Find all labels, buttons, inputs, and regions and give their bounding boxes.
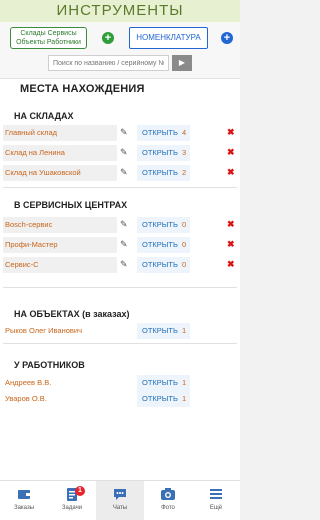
section-title-warehouses: НА СКЛАДАХ bbox=[14, 111, 74, 121]
toolbar: Склады Сервисы Объекты Работники + НОМЕН… bbox=[0, 22, 240, 78]
delete-icon[interactable]: ✖ bbox=[227, 259, 235, 270]
list-item: Bosch-сервис ✎ ОТКРЫТЬ 0 ✖ bbox=[0, 217, 240, 233]
nomenclature-button[interactable]: НОМЕНКЛАТУРА bbox=[129, 27, 208, 49]
tab-orders[interactable]: Заказы bbox=[0, 481, 48, 520]
location-name: Bosch-сервис bbox=[5, 220, 53, 229]
item-count: 4 bbox=[182, 128, 187, 137]
warehouses-services-label-line1: Склады Сервисы bbox=[20, 30, 77, 37]
list-item: Профи-Мастер ✎ ОТКРЫТЬ 0 ✖ bbox=[0, 237, 240, 253]
delete-icon[interactable]: ✖ bbox=[227, 219, 235, 230]
search-input[interactable] bbox=[48, 55, 169, 71]
open-link[interactable]: ОТКРЫТЬ bbox=[142, 378, 178, 387]
tab-photo[interactable]: Фото bbox=[144, 481, 192, 520]
open-link[interactable]: ОТКРЫТЬ bbox=[142, 240, 178, 249]
list-item: Уваров О.В. ОТКРЫТЬ 1 bbox=[0, 391, 240, 407]
item-count: 1 bbox=[182, 394, 187, 403]
tab-label: Заказы bbox=[13, 505, 35, 511]
bottom-tab-bar: Заказы 1 Задачи Чаты Фото Ещё bbox=[0, 480, 240, 520]
location-name: Главный склад bbox=[5, 128, 58, 137]
edit-icon[interactable]: ✎ bbox=[120, 127, 128, 138]
menu-icon bbox=[210, 489, 222, 499]
item-count: 2 bbox=[182, 168, 187, 177]
section-title-objects: НА ОБЪЕКТАХ (в заказах) bbox=[14, 309, 130, 319]
play-icon: ▶ bbox=[178, 58, 186, 67]
open-link[interactable]: ОТКРЫТЬ bbox=[142, 326, 178, 335]
tab-label: Задачи bbox=[61, 505, 83, 511]
app-header: ИНСТРУМЕНТЫ bbox=[0, 0, 240, 22]
search-button[interactable]: ▶ bbox=[172, 55, 192, 71]
list-item: Главный склад ✎ ОТКРЫТЬ 4 ✖ bbox=[0, 125, 240, 141]
item-count: 0 bbox=[182, 240, 187, 249]
add-location-icon[interactable]: + bbox=[102, 32, 114, 44]
open-link[interactable]: ОТКРЫТЬ bbox=[142, 220, 178, 229]
divider bbox=[3, 287, 237, 288]
location-name: Склад на Ленина bbox=[5, 148, 65, 157]
item-count: 0 bbox=[182, 220, 187, 229]
tab-tasks[interactable]: 1 Задачи bbox=[48, 481, 96, 520]
delete-icon[interactable]: ✖ bbox=[227, 147, 235, 158]
edit-icon[interactable]: ✎ bbox=[120, 259, 128, 270]
list-item: Склад на Ушаковской ✎ ОТКРЫТЬ 2 ✖ bbox=[0, 165, 240, 181]
edit-icon[interactable]: ✎ bbox=[120, 239, 128, 250]
page-title: МЕСТА НАХОЖДЕНИЯ bbox=[20, 83, 145, 95]
open-link[interactable]: ОТКРЫТЬ bbox=[142, 394, 178, 403]
wallet-icon bbox=[18, 490, 30, 499]
section-title-service-centers: В СЕРВИСНЫХ ЦЕНТРАХ bbox=[14, 200, 128, 210]
open-link[interactable]: ОТКРЫТЬ bbox=[142, 148, 178, 157]
edit-icon[interactable]: ✎ bbox=[120, 167, 128, 178]
edit-icon[interactable]: ✎ bbox=[120, 219, 128, 230]
delete-icon[interactable]: ✖ bbox=[227, 167, 235, 178]
tab-label: Чаты bbox=[112, 505, 128, 511]
warehouses-services-label-line2: Объекты Работники bbox=[16, 39, 81, 46]
camera-icon bbox=[161, 488, 175, 500]
section-title-workers: У РАБОТНИКОВ bbox=[14, 360, 85, 370]
item-count: 0 bbox=[182, 260, 187, 269]
tab-label: Фото bbox=[161, 505, 175, 511]
tab-more[interactable]: Ещё bbox=[192, 481, 240, 520]
open-link[interactable]: ОТКРЫТЬ bbox=[142, 260, 178, 269]
location-name: Сервис-С bbox=[5, 260, 39, 269]
list-item: Рыков Олег Иванович ОТКРЫТЬ 1 bbox=[0, 323, 240, 339]
app-title: ИНСТРУМЕНТЫ bbox=[56, 2, 184, 19]
list-item: Сервис-С ✎ ОТКРЫТЬ 0 ✖ bbox=[0, 257, 240, 273]
location-name: Уваров О.В. bbox=[5, 394, 47, 403]
list-item: Андреев В.В. ОТКРЫТЬ 1 bbox=[0, 375, 240, 391]
list-item: Склад на Ленина ✎ ОТКРЫТЬ 3 ✖ bbox=[0, 145, 240, 161]
delete-icon[interactable]: ✖ bbox=[227, 239, 235, 250]
warehouses-services-button[interactable]: Склады Сервисы Объекты Работники bbox=[10, 27, 87, 49]
add-nomenclature-icon[interactable]: + bbox=[221, 32, 233, 44]
location-name: Андреев В.В. bbox=[5, 378, 52, 387]
location-name: Рыков Олег Иванович bbox=[5, 326, 82, 335]
location-name: Склад на Ушаковской bbox=[5, 168, 81, 177]
edit-icon[interactable]: ✎ bbox=[120, 147, 128, 158]
locations-panel: МЕСТА НАХОЖДЕНИЯ НА СКЛАДАХ Главный скла… bbox=[0, 78, 240, 480]
tab-label: Ещё bbox=[209, 505, 223, 511]
item-count: 1 bbox=[182, 378, 187, 387]
tasks-badge: 1 bbox=[75, 486, 85, 496]
tab-chats[interactable]: Чаты bbox=[96, 481, 144, 520]
chat-icon bbox=[114, 489, 126, 500]
divider bbox=[3, 187, 237, 188]
item-count: 3 bbox=[182, 148, 187, 157]
open-link[interactable]: ОТКРЫТЬ bbox=[142, 128, 178, 137]
location-name: Профи-Мастер bbox=[5, 240, 58, 249]
item-count: 1 bbox=[182, 326, 187, 335]
divider bbox=[3, 343, 237, 344]
open-link[interactable]: ОТКРЫТЬ bbox=[142, 168, 178, 177]
delete-icon[interactable]: ✖ bbox=[227, 127, 235, 138]
